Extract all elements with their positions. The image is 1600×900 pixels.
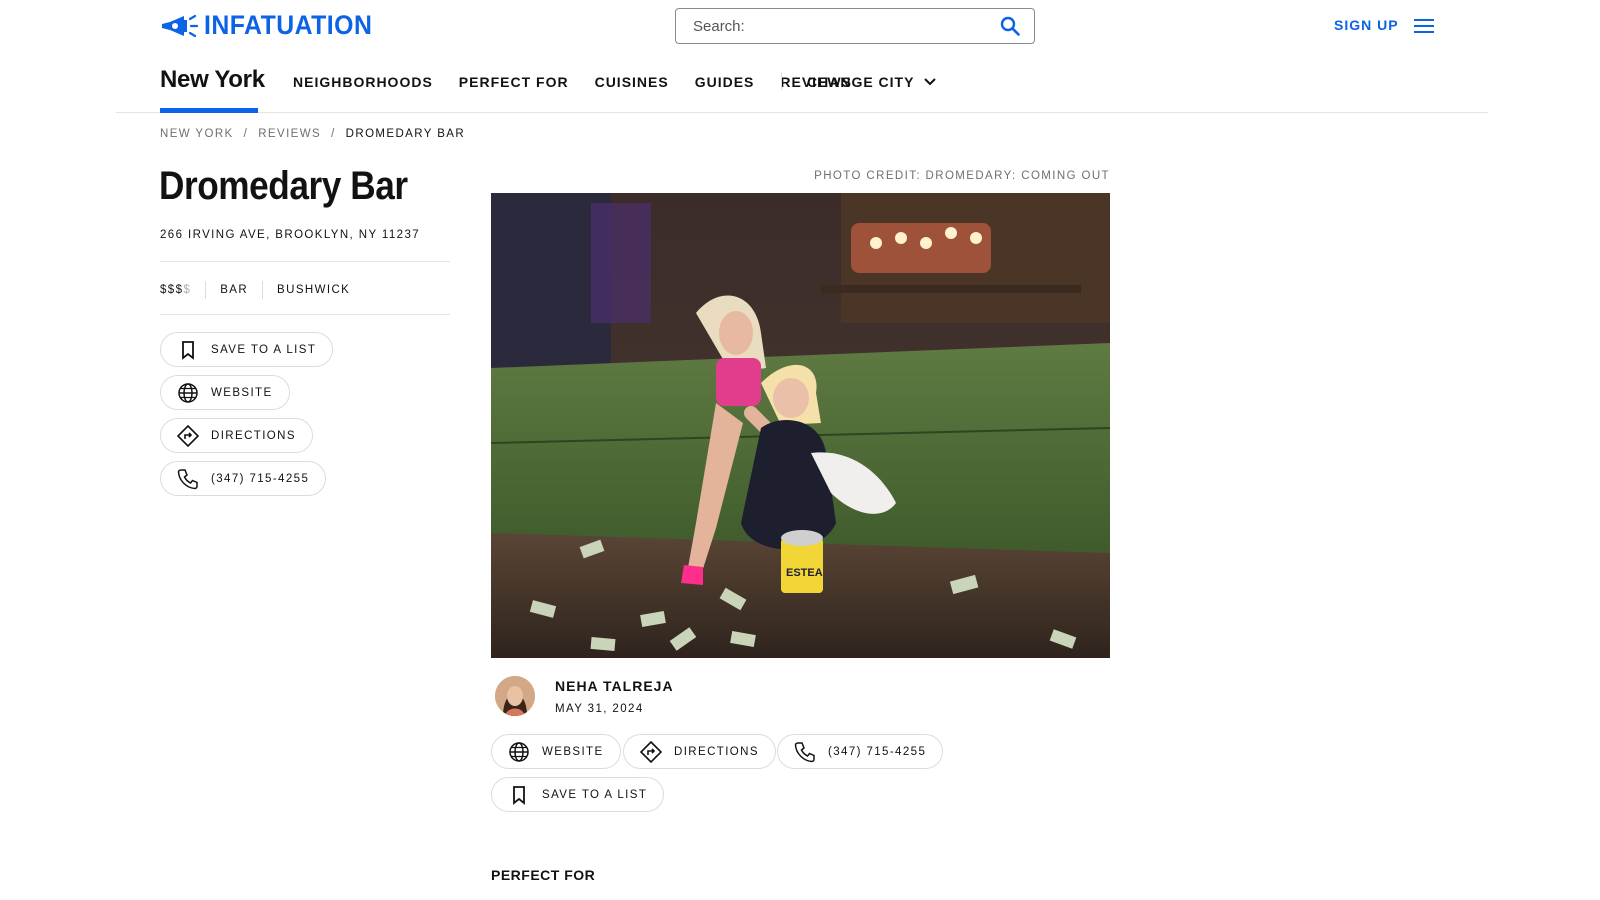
search-input[interactable]: Search: [675,8,1035,44]
website-button-secondary[interactable]: WEBSITE [491,734,621,769]
site-header: INFATUATION Search: SIGN UP [0,0,1600,52]
phone-icon [794,741,815,762]
directions-button-secondary[interactable]: DIRECTIONS [623,734,776,769]
bookmark-icon [182,340,194,360]
directions-label: DIRECTIONS [674,745,759,758]
breadcrumb-new-york[interactable]: NEW YORK [160,128,234,140]
save-to-list-button[interactable]: SAVE TO A LIST [160,332,334,367]
brand-name: INFATUATION [204,10,373,40]
page-title: Dromedary Bar [159,164,408,208]
search-placeholder: Search: [693,17,745,35]
breadcrumb: NEW YORK / REVIEWS / DROMEDARY BAR [160,128,465,140]
nav-link-perfect-for[interactable]: PERFECT FOR [459,74,569,90]
venue-category-link[interactable]: BAR [220,284,248,296]
bucket-text: ESTEA [786,567,823,579]
breadcrumb-separator: / [243,128,249,140]
active-tab-indicator [160,108,258,113]
megaphone-icon [162,14,198,37]
directions-button[interactable]: DIRECTIONS [160,418,313,453]
globe-icon [178,382,198,403]
city-nav: New York NEIGHBORHOODS PERFECT FOR CUISI… [116,52,1488,113]
change-city-label: CHANGE CITY [807,74,915,90]
change-city-dropdown[interactable]: CHANGE CITY [807,74,937,90]
brand-logo[interactable]: INFATUATION [160,10,387,41]
sign-up-link[interactable]: SIGN UP [1334,17,1399,33]
author-avatar-image [495,676,535,716]
hamburger-menu-icon[interactable] [1414,18,1434,34]
neighborhood-link[interactable]: BUSHWICK [277,284,350,296]
phone-label: (347) 715-4255 [211,472,310,485]
breadcrumb-reviews[interactable]: REVIEWS [258,128,321,140]
meta-divider [262,281,264,299]
venue-photo[interactable]: ESTEA [491,193,1110,658]
author-avatar[interactable] [495,676,535,716]
globe-icon [509,741,529,762]
directions-label: DIRECTIONS [211,429,296,442]
nav-divider [781,72,782,90]
breadcrumb-current: DROMEDARY BAR [345,128,466,140]
phone-label: (347) 715-4255 [828,745,927,758]
perfect-for-heading: PERFECT FOR [491,867,596,883]
directions-sign-icon [177,424,199,447]
nav-link-guides[interactable]: GUIDES [695,74,755,90]
nav-links: NEIGHBORHOODS PERFECT FOR CUISINES GUIDE… [293,74,852,90]
bookmark-icon [513,785,525,805]
breadcrumb-separator: / [331,128,336,140]
author-name[interactable]: NEHA TALREJA [555,678,674,694]
publish-date: MAY 31, 2024 [555,703,644,715]
save-to-list-button-secondary[interactable]: SAVE TO A LIST [491,777,665,812]
venue-address: 266 IRVING AVE, BROOKLYN, NY 11237 [160,229,421,241]
current-city-tab[interactable]: New York [160,66,265,94]
website-label: WEBSITE [542,745,604,758]
phone-button[interactable]: (347) 715-4255 [160,461,327,496]
photo-credit: PHOTO CREDIT: DROMEDARY: COMING OUT [814,170,1110,182]
website-label: WEBSITE [211,386,273,399]
directions-sign-icon [640,740,662,763]
venue-meta: $$$$ BAR BUSHWICK [160,281,350,299]
save-label: SAVE TO A LIST [542,788,648,801]
divider [160,261,450,262]
phone-icon [177,468,198,489]
nav-link-neighborhoods[interactable]: NEIGHBORHOODS [293,74,433,90]
phone-button-secondary[interactable]: (347) 715-4255 [777,734,944,769]
website-button[interactable]: WEBSITE [160,375,290,410]
nav-link-cuisines[interactable]: CUISINES [595,74,669,90]
search-icon[interactable] [1000,16,1020,36]
venue-photo-image: ESTEA [491,193,1110,658]
divider [160,314,450,315]
price-rating: $$$$ [160,284,192,296]
save-label: SAVE TO A LIST [211,343,317,356]
meta-divider [205,281,207,299]
chevron-down-icon [924,78,937,86]
